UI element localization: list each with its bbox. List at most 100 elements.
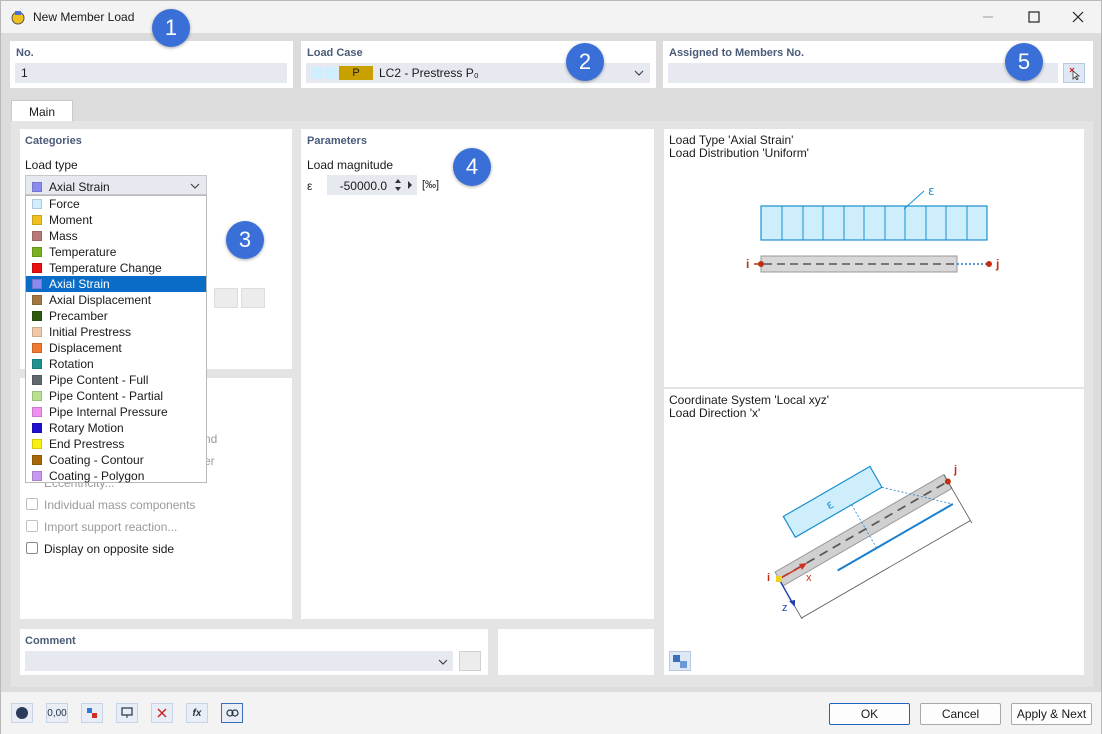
preview-distribution-panel: Load Type 'Axial Strain' Load Distributi… [664, 129, 1084, 387]
load-type-option[interactable]: Rotation [26, 356, 206, 372]
individual-mass-label: Individual mass components [44, 498, 196, 512]
load-type-color-swatch [32, 199, 42, 209]
apply-next-button[interactable]: Apply & Next [1011, 703, 1092, 725]
load-type-option-label: Force [49, 197, 80, 211]
load-type-option[interactable]: Temperature Change [26, 260, 206, 276]
load-type-color-swatch [32, 343, 42, 353]
comment-library-button[interactable] [459, 651, 481, 671]
load-type-option[interactable]: Coating - Polygon [26, 468, 206, 484]
units-button[interactable]: 0,00 [46, 703, 68, 723]
import-support-checkbox[interactable] [26, 520, 38, 532]
view-swap-icon [673, 655, 687, 668]
magnitude-value: -50000.0 [339, 179, 387, 193]
load-type-option[interactable]: Pipe Content - Partial [26, 388, 206, 404]
select-cursor-icon [1069, 67, 1081, 80]
play-arrow-icon[interactable] [407, 180, 413, 190]
load-type-color-swatch [32, 215, 42, 225]
view-options-button[interactable] [221, 703, 243, 723]
load-type-color-swatch [32, 439, 42, 449]
library-save-button[interactable] [241, 288, 265, 308]
maximize-button[interactable] [1011, 1, 1057, 33]
axis-x-label: x [806, 572, 812, 584]
load-type-dropdown[interactable]: Axial Strain [25, 175, 207, 195]
load-type-option-label: Pipe Content - Partial [49, 389, 164, 403]
load-type-option-label: Mass [49, 229, 78, 243]
distribution-diagram: ε i j [746, 184, 999, 273]
load-type-option-label: Axial Displacement [49, 293, 152, 307]
load-type-option[interactable]: Coating - Contour [26, 452, 206, 468]
callout-1: 1 [152, 9, 190, 47]
delete-object-button[interactable] [151, 703, 173, 723]
load-type-option[interactable]: Pipe Content - Full [26, 372, 206, 388]
minimize-button[interactable] [965, 1, 1011, 33]
palette-icon [87, 708, 97, 718]
load-type-color-swatch [32, 455, 42, 465]
chevron-down-icon[interactable] [438, 658, 448, 666]
callout-3: 3 [226, 221, 264, 259]
load-type-color-swatch [32, 295, 42, 305]
load-type-option[interactable]: Rotary Motion [26, 420, 206, 436]
parameters-panel: Parameters Load magnitude ε -50000.0 [‰] [301, 129, 654, 619]
help-button[interactable] [11, 703, 33, 723]
view-toggle-button[interactable] [669, 651, 691, 671]
select-members-button[interactable] [1063, 63, 1085, 83]
node-j-label: j [995, 257, 999, 271]
load-type-option[interactable]: Initial Prestress [26, 324, 206, 340]
load-type-option[interactable]: Pipe Internal Pressure [26, 404, 206, 420]
comment-input[interactable] [25, 651, 453, 671]
load-type-option-label: Initial Prestress [49, 325, 132, 339]
tab-main[interactable]: Main [11, 100, 73, 122]
close-button[interactable] [1055, 1, 1101, 33]
maximize-icon [1028, 11, 1040, 23]
load-type-option-label: Temperature [49, 245, 117, 259]
individual-mass-checkbox[interactable] [26, 498, 38, 510]
library-add-button[interactable] [214, 288, 238, 308]
display-settings-button[interactable] [116, 703, 138, 723]
magnitude-input[interactable]: -50000.0 [327, 175, 417, 195]
load-type-option[interactable]: Force [26, 196, 206, 212]
preview-coordinate-system: Coordinate System 'Local xyz' [669, 393, 829, 407]
tab-main-label: Main [28, 104, 55, 119]
load-type-color-swatch [32, 311, 42, 321]
coordinate-diagram: ε i j x z [767, 464, 973, 619]
load-case-color-swatch [325, 67, 337, 79]
load-type-option-label: Rotation [49, 357, 94, 371]
load-type-option[interactable]: Precamber [26, 308, 206, 324]
epsilon-symbol: ε [307, 179, 313, 193]
load-type-option[interactable]: Axial Strain [26, 276, 206, 292]
comment-panel: Comment [20, 629, 488, 675]
load-type-option[interactable]: Mass [26, 228, 206, 244]
load-type-option[interactable]: Axial Displacement [26, 292, 206, 308]
load-type-option[interactable]: End Prestress [26, 436, 206, 452]
assigned-members-field[interactable] [668, 63, 1058, 83]
load-type-option[interactable]: Moment [26, 212, 206, 228]
number-field[interactable]: 1 [15, 63, 287, 83]
help-icon [16, 707, 28, 719]
ok-button[interactable]: OK [829, 703, 910, 725]
color-settings-button[interactable] [81, 703, 103, 723]
load-type-color-swatch [32, 182, 42, 192]
load-type-color-swatch [32, 327, 42, 337]
display-opposite-label: Display on opposite side [44, 542, 175, 556]
display-opposite-checkbox[interactable] [26, 542, 38, 554]
load-type-color-swatch [32, 247, 42, 257]
formula-button[interactable]: fx [186, 703, 208, 723]
monitor-icon [121, 707, 133, 718]
number-panel: No. 1 [10, 41, 293, 88]
import-support-label: Import support reaction... [44, 520, 178, 534]
load-type-color-swatch [32, 231, 42, 241]
load-type-list: Force Moment Mass Temperature Temperature Ch… [25, 195, 207, 483]
load-type-option-label: Rotary Motion [49, 421, 124, 435]
parameters-header: Parameters [307, 135, 367, 147]
chevron-down-icon [190, 183, 200, 189]
load-type-color-swatch [32, 279, 42, 289]
load-type-option[interactable]: Temperature [26, 244, 206, 260]
load-type-color-swatch [32, 359, 42, 369]
load-type-option[interactable]: Displacement [26, 340, 206, 356]
load-type-color-swatch [32, 407, 42, 417]
formula-icon: fx [192, 707, 202, 719]
cancel-button[interactable]: Cancel [920, 703, 1001, 725]
spinner-icon[interactable] [394, 178, 402, 192]
load-type-option-label: Pipe Internal Pressure [49, 405, 168, 419]
preview-load-direction: Load Direction 'x' [669, 406, 761, 420]
